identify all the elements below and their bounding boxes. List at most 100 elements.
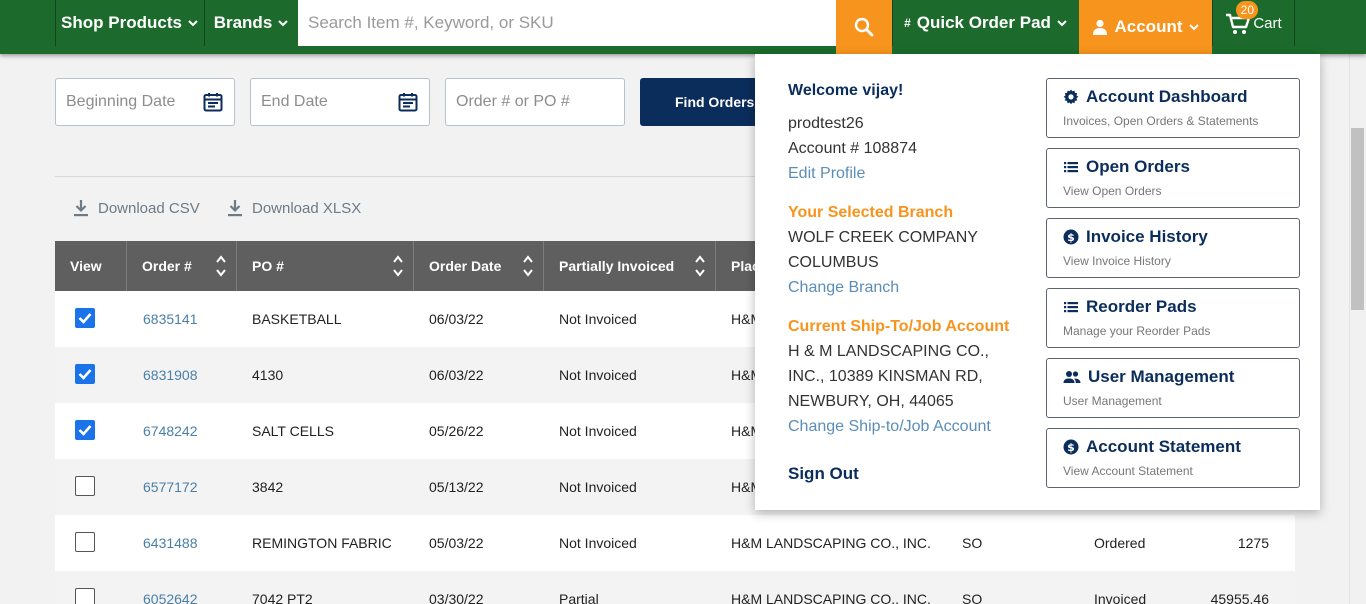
top-nav: Shop Products Brands # Quick Order Pad A… <box>0 0 1366 54</box>
column-header-label: View <box>70 258 102 274</box>
card-subtitle: View Invoice History <box>1063 254 1171 268</box>
invoice-status: Partial <box>559 591 599 604</box>
find-orders-label: Find Orders <box>675 94 755 110</box>
search-icon <box>854 17 874 37</box>
branch-name: WOLF CREEK COMPANY <box>788 229 978 246</box>
column-header-label: Partially Invoiced <box>559 258 675 274</box>
row-view-checkbox[interactable] <box>75 308 95 328</box>
card-subtitle: Invoices, Open Orders & Statements <box>1063 114 1259 128</box>
shipto-heading: Current Ship-To/Job Account <box>788 318 1010 335</box>
gear-icon <box>1063 89 1079 105</box>
order-amount: 1275 <box>1237 535 1269 551</box>
open-orders-card[interactable]: Open Orders View Open Orders <box>1046 148 1300 208</box>
po-number: BASKETBALL <box>252 311 342 327</box>
svg-text:$: $ <box>1067 441 1075 454</box>
po-number: 7042 PT2 <box>252 591 313 604</box>
card-title: Open Orders <box>1063 157 1190 177</box>
brands-menu[interactable]: Brands <box>204 0 298 46</box>
cart-icon-wrap: 20 <box>1225 1 1259 36</box>
column-header-view: View <box>55 241 127 291</box>
order-number-link[interactable]: 6431488 <box>143 515 198 571</box>
row-view-checkbox[interactable] <box>75 532 95 552</box>
column-header-order[interactable]: Order # <box>127 241 237 291</box>
account-menu[interactable]: Account <box>1079 0 1212 54</box>
download-xlsx-link[interactable]: Download XLSX <box>227 199 361 217</box>
dollar-coin-icon: $ <box>1063 439 1079 455</box>
download-icon <box>228 200 242 217</box>
chevron-down-icon <box>188 20 198 27</box>
account-statement-card[interactable]: $ Account Statement View Account Stateme… <box>1046 428 1300 488</box>
sort-icon[interactable] <box>694 254 706 278</box>
user-icon <box>1092 19 1107 35</box>
download-csv-label: Download CSV <box>98 199 200 217</box>
sign-out-link[interactable]: Sign Out <box>788 461 859 486</box>
invoice-history-card[interactable]: $ Invoice History View Invoice History <box>1046 218 1300 278</box>
checkmark-icon <box>78 425 92 436</box>
calendar-icon[interactable] <box>203 92 223 112</box>
reorder-pads-card[interactable]: Reorder Pads Manage your Reorder Pads <box>1046 288 1300 348</box>
chevron-down-icon <box>278 20 288 27</box>
order-number-link[interactable]: 6835141 <box>143 291 198 347</box>
order-number-link[interactable]: 6748242 <box>143 403 198 459</box>
order-number-link[interactable]: 6052642 <box>143 571 198 604</box>
username: prodtest26 <box>788 115 864 132</box>
search-input[interactable] <box>298 0 836 46</box>
edit-profile-link[interactable]: Edit Profile <box>788 161 865 186</box>
search-button[interactable] <box>836 0 892 54</box>
row-view-checkbox[interactable] <box>75 364 95 384</box>
account-dashboard-card[interactable]: Account Dashboard Invoices, Open Orders … <box>1046 78 1300 138</box>
svg-text:$: $ <box>1067 231 1075 244</box>
users-icon <box>1063 371 1081 383</box>
cart-count-badge: 20 <box>1236 1 1259 19</box>
card-title: User Management <box>1063 367 1234 387</box>
row-view-checkbox[interactable] <box>75 588 95 604</box>
shop-products-label: Shop Products <box>61 13 182 32</box>
card-title-text: Reorder Pads <box>1086 297 1197 316</box>
welcome-message: Welcome vijay! <box>788 82 904 99</box>
chevron-down-icon <box>1188 24 1199 31</box>
invoice-status: Not Invoiced <box>559 479 637 495</box>
row-view-checkbox[interactable] <box>75 420 95 440</box>
column-header-partially-invoiced[interactable]: Partially Invoiced <box>544 241 716 291</box>
column-header-order-date[interactable]: Order Date <box>414 241 544 291</box>
download-xlsx-label: Download XLSX <box>252 199 362 217</box>
order-number-link[interactable]: 6831908 <box>143 347 198 403</box>
card-title-text: User Management <box>1088 367 1235 386</box>
checkmark-icon <box>78 313 92 324</box>
sort-icon[interactable] <box>215 254 227 278</box>
user-management-card[interactable]: User Management User Management <box>1046 358 1300 418</box>
download-csv-link[interactable]: Download CSV <box>73 199 200 217</box>
scrollbar-thumb[interactable] <box>1351 128 1364 310</box>
po-number: SALT CELLS <box>252 423 334 439</box>
change-branch-link[interactable]: Change Branch <box>788 275 899 300</box>
column-header-po[interactable]: PO # <box>237 241 414 291</box>
cart-button[interactable]: 20 Cart <box>1212 0 1295 46</box>
brands-label: Brands <box>213 13 273 32</box>
shipto-address-line: INC., 10389 KINSMAN RD, <box>788 368 983 385</box>
order-po-field[interactable]: Order # or PO # <box>445 78 625 126</box>
calendar-icon[interactable] <box>398 92 418 112</box>
order-number-link[interactable]: 6577172 <box>143 459 198 515</box>
end-date-placeholder: End Date <box>261 93 328 110</box>
sort-icon[interactable] <box>392 254 404 278</box>
card-subtitle: View Account Statement <box>1063 464 1193 478</box>
shipto-address-line: H & M LANDSCAPING CO., <box>788 343 989 360</box>
end-date-field[interactable]: End Date <box>250 78 430 126</box>
table-row: 6431488 REMINGTON FABRIC 05/03/22 Not In… <box>55 515 1295 571</box>
table-row: 6052642 7042 PT2 03/30/22 Partial H&M LA… <box>55 571 1295 604</box>
beginning-date-field[interactable]: Beginning Date <box>55 78 235 126</box>
po-number: 4130 <box>252 367 284 383</box>
order-status: Invoiced <box>1094 591 1147 604</box>
sort-icon[interactable] <box>522 254 534 278</box>
card-title-text: Invoice History <box>1086 227 1208 246</box>
shop-products-menu[interactable]: Shop Products <box>55 0 204 46</box>
find-orders-button[interactable]: Find Orders <box>640 78 770 126</box>
change-shipto-link[interactable]: Change Ship-to/Job Account <box>788 414 991 439</box>
card-title-text: Account Statement <box>1086 437 1241 456</box>
card-subtitle: Manage your Reorder Pads <box>1063 324 1211 338</box>
order-date: 03/30/22 <box>429 591 484 604</box>
invoice-status: Not Invoiced <box>559 535 637 551</box>
quick-order-pad-menu[interactable]: # Quick Order Pad <box>892 0 1079 46</box>
row-view-checkbox[interactable] <box>75 476 95 496</box>
card-title: Account Dashboard <box>1063 87 1248 107</box>
